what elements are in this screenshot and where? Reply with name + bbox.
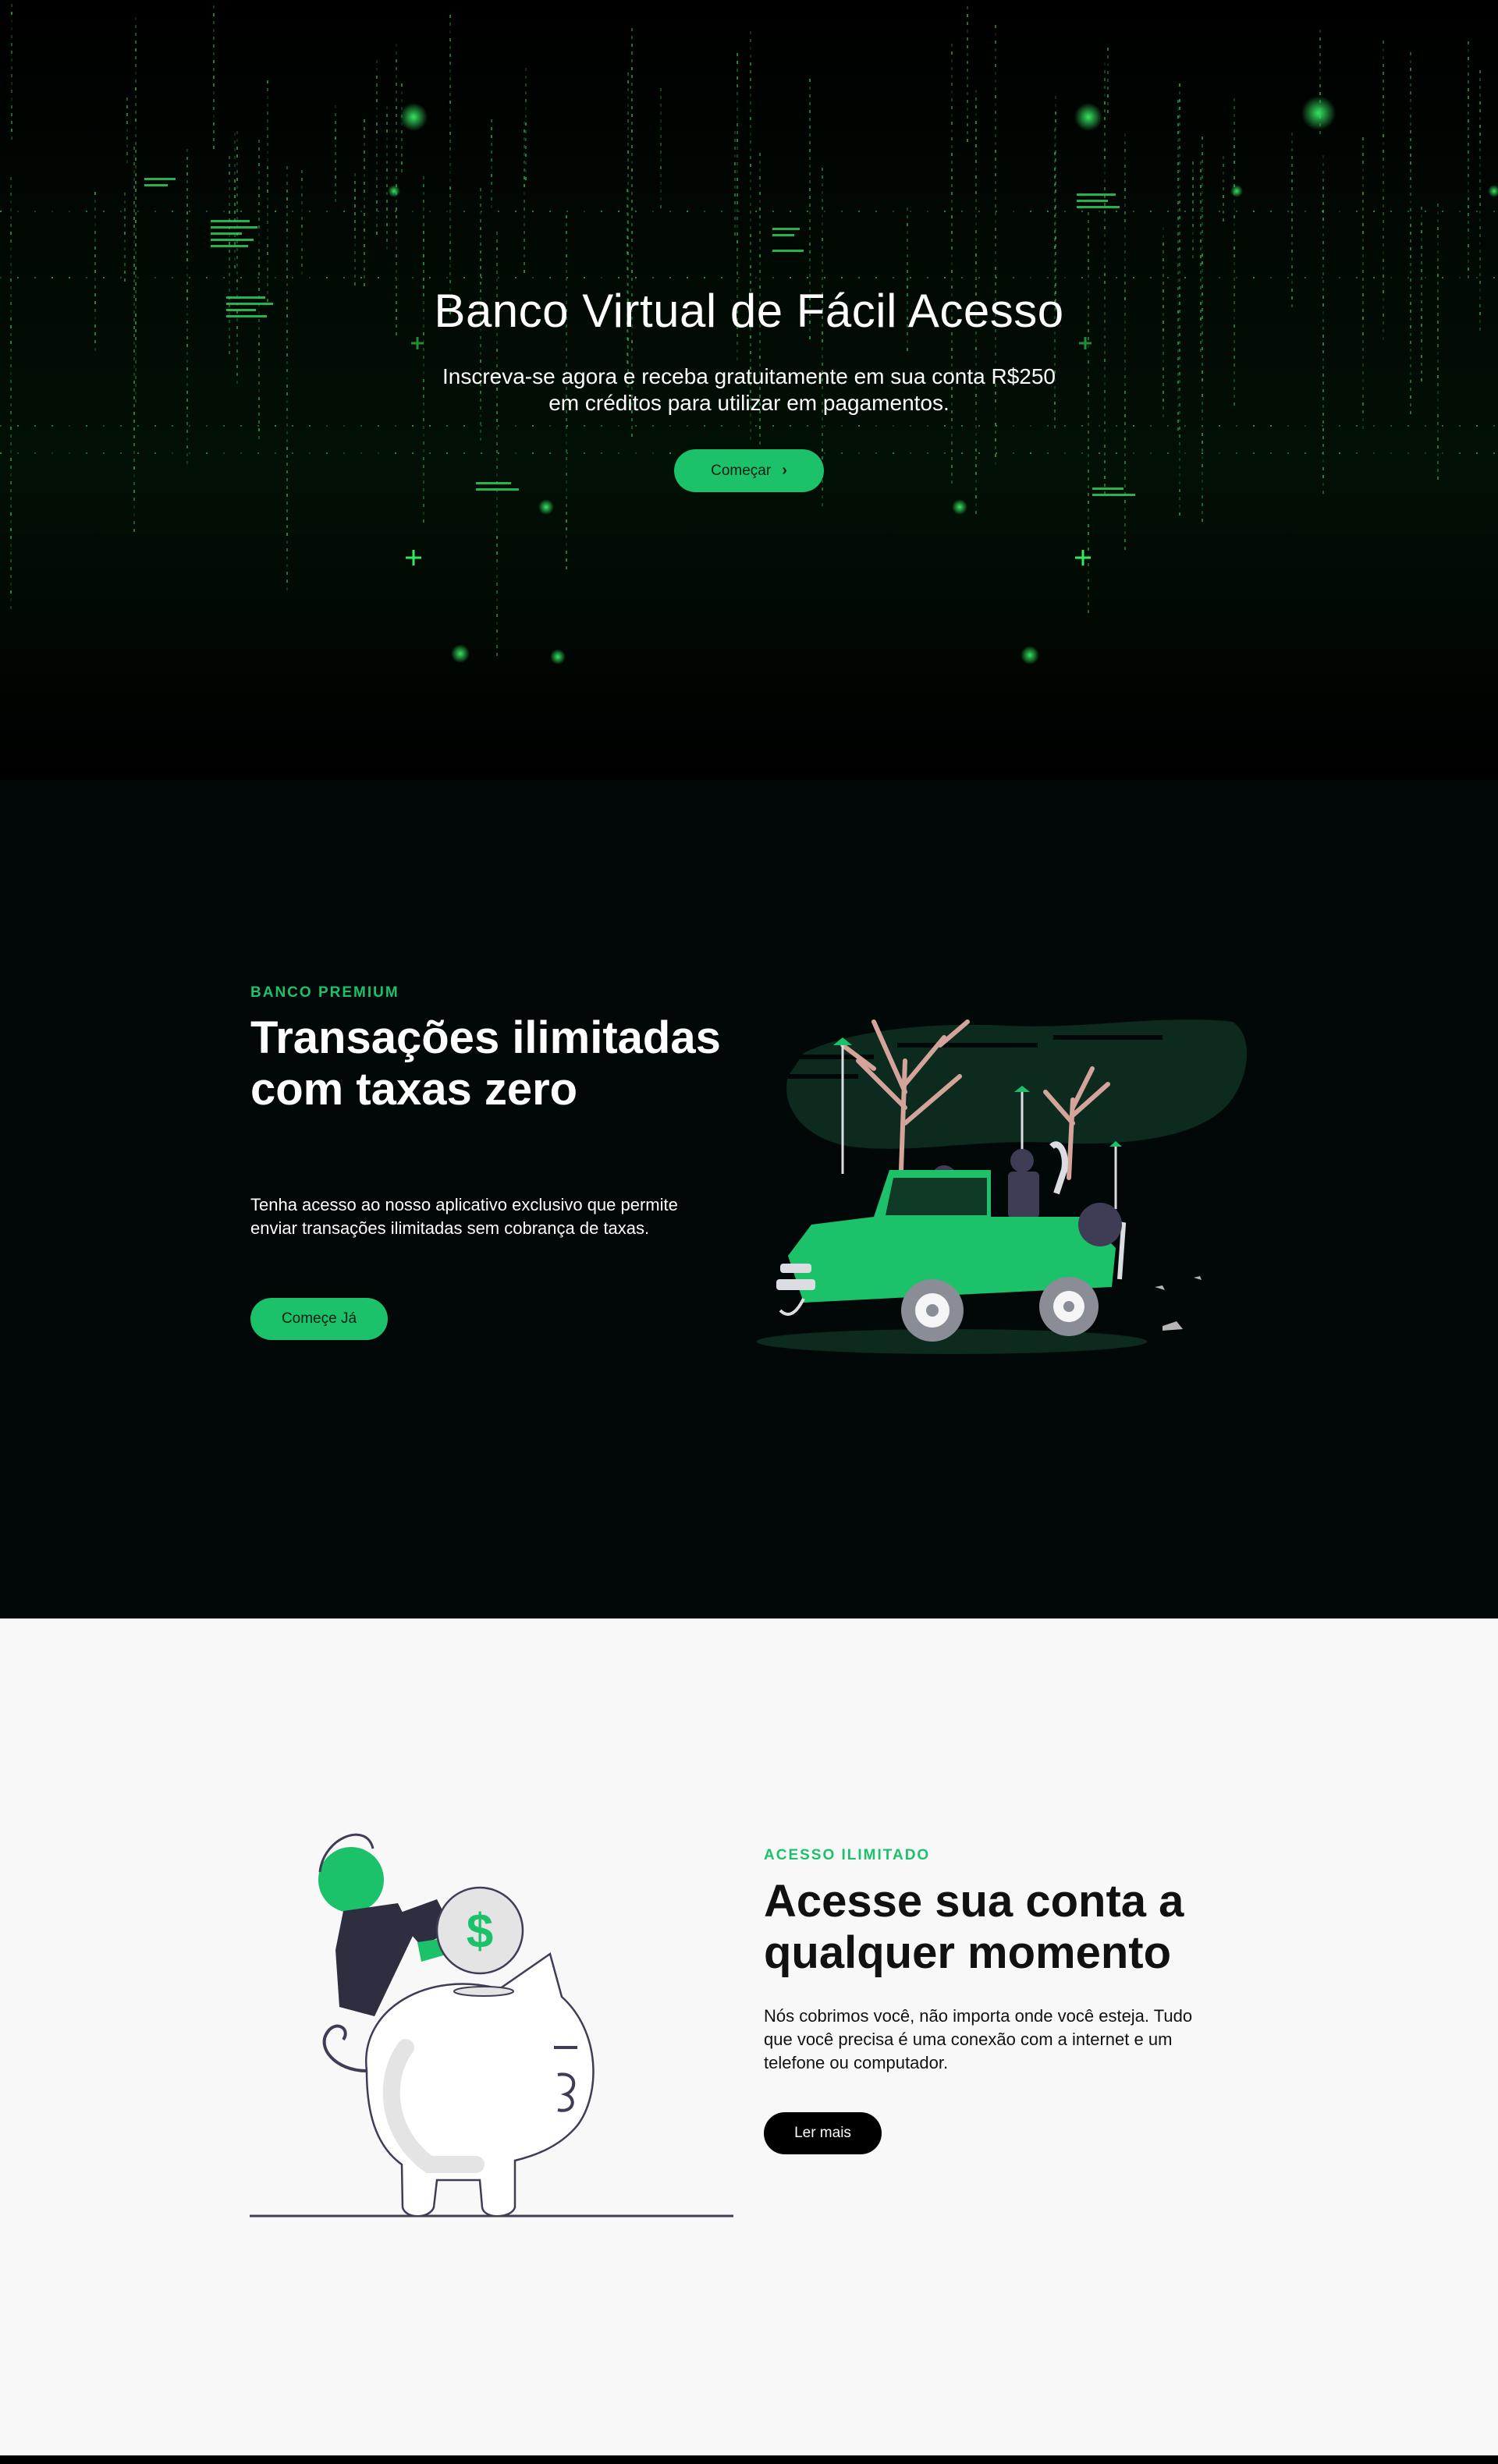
access-title: Acesse sua conta a qualquer momento (764, 1876, 1184, 1978)
hero-section: Banco Virtual de Fácil Acesso Inscreva-s… (0, 0, 1498, 780)
read-more-button[interactable]: Ler mais (764, 2112, 882, 2154)
piggy-bank-illustration: $ (250, 1833, 733, 2218)
access-text: Nós cobrimos você, não importa onde você… (764, 2006, 1193, 2072)
start-button-label: Começar (711, 462, 772, 479)
start-button[interactable]: Começar › (674, 449, 824, 492)
premium-section: BANCO PREMIUM Transações ilimitadas com … (0, 780, 1498, 1618)
jeep-illustration (757, 1019, 1248, 1354)
premium-text: Tenha acesso ao nosso aplicativo exclusi… (250, 1195, 678, 1238)
access-section: $ ACESSO ILIMITADO Acesse sua conta a qu… (0, 1618, 1498, 2455)
access-eyebrow: ACESSO ILIMITADO (764, 1847, 931, 1863)
start-now-button[interactable]: Começe Já (250, 1298, 388, 1340)
chevron-right-icon: › (782, 462, 787, 479)
premium-title: Transações ilimitadas com taxas zero (250, 1012, 721, 1115)
premium-eyebrow: BANCO PREMIUM (250, 984, 399, 1001)
hero-subtitle: Inscreva-se agora e receba gratuitamente… (442, 364, 1056, 415)
footer-edge (0, 2455, 1498, 2464)
hero-title: Banco Virtual de Fácil Acesso (434, 285, 1064, 337)
svg-text:$: $ (467, 1905, 493, 1959)
